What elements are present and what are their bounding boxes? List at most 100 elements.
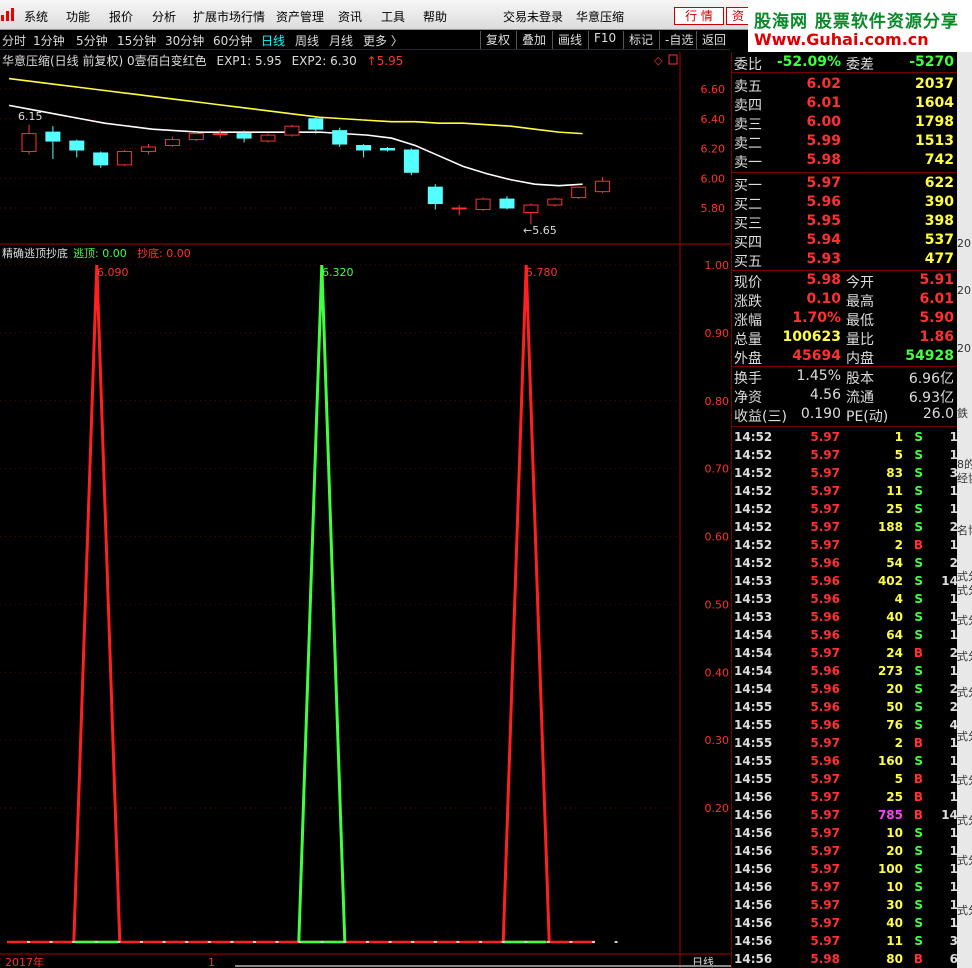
tick-row: 14:52 5.97 5 S 1	[732, 446, 958, 464]
period-tab[interactable]: 月线	[329, 32, 353, 49]
menu-item[interactable]: 分析	[152, 8, 176, 25]
stat-label: 换手	[734, 371, 762, 387]
tick-price: 5.97	[810, 808, 840, 822]
toolbar-action-button[interactable]: 复权	[480, 31, 510, 49]
baseline-tick	[49, 941, 53, 943]
menu-item[interactable]: 系统	[24, 8, 48, 25]
tick-price: 5.97	[810, 538, 840, 552]
tick-row: 14:56 5.97 40 S 1	[732, 914, 958, 932]
toolbar-action-button[interactable]: 画线	[552, 31, 582, 49]
tick-row: 14:56 5.97 10 S 1	[732, 878, 958, 896]
menu-item[interactable]: 资产管理	[276, 8, 324, 25]
stock-name-title: 华意压缩	[576, 10, 625, 24]
stat-row: 现价 5.98 今开 5.91	[732, 271, 958, 291]
tick-row: 14:55 5.96 50 S 2	[732, 698, 958, 716]
tick-price: 5.97	[810, 880, 840, 894]
tick-row: 14:56 5.97 100 S 1	[732, 860, 958, 878]
period-tab[interactable]: 5分钟	[76, 32, 108, 49]
tick-volume: 54	[886, 556, 903, 570]
menu-item[interactable]: 资讯	[338, 8, 362, 25]
baseline-tick	[185, 941, 189, 943]
baseline-tick	[433, 941, 437, 943]
kline-chart-area[interactable]: 6.60 6.40 6.20 6.00 5.80 6.15 ←5.65 ◇ 1.00 0.90 0.…	[0, 52, 731, 968]
bid-price: 5.94	[806, 232, 841, 248]
tick-volume: 160	[877, 754, 903, 768]
app-logo-icon	[1, 8, 14, 21]
tick-price: 5.97	[810, 502, 840, 516]
period-tab[interactable]: 30分钟	[165, 32, 204, 49]
tick-side: S	[914, 610, 923, 624]
toolbar-action-button[interactable]: 标记	[623, 31, 653, 49]
bid-row: 买二 5.96 390	[732, 193, 958, 213]
login-status[interactable]: 交易未登录	[503, 8, 563, 25]
baseline-tick	[320, 941, 324, 943]
adjacent-window-text: 式分	[957, 774, 972, 787]
menu-item[interactable]: 工具	[381, 8, 405, 25]
tick-side: S	[914, 430, 923, 444]
stat-value: 6.93亿	[908, 390, 954, 406]
bid-volume: 537	[924, 232, 954, 248]
adjacent-window-text: 式分	[957, 854, 972, 867]
tick-time: 14:54	[734, 646, 773, 660]
indicator-axis-tick: 0.80	[705, 395, 730, 408]
stat-label: 最低	[846, 313, 874, 329]
bid-price: 5.93	[806, 251, 841, 267]
period-tab[interactable]: 更多 〉	[363, 32, 403, 49]
stat-value: 1.45%	[796, 368, 841, 384]
price-axis-tick: 5.80	[701, 202, 726, 215]
tick-price: 5.96	[810, 592, 840, 606]
stat-label: PE(动)	[846, 409, 889, 425]
tick-volume: 30	[886, 898, 903, 912]
toolbar-action-button[interactable]: 叠加	[516, 31, 546, 49]
stat-value: 45694	[792, 348, 841, 364]
tick-side: B	[913, 772, 923, 786]
menu-item[interactable]: 帮助	[423, 8, 447, 25]
tick-time: 14:52	[734, 466, 773, 480]
tick-price: 5.96	[810, 628, 840, 642]
bid-price: 5.95	[806, 213, 841, 229]
tick-volume: 11	[886, 934, 903, 948]
period-tab[interactable]: 15分钟	[117, 32, 156, 49]
stat-value: 5.91	[919, 272, 954, 288]
stat-value: 1.70%	[792, 310, 841, 326]
menu-item[interactable]: 功能	[66, 8, 90, 25]
info-mode-button[interactable]: 资	[726, 7, 750, 25]
menu-item[interactable]: 扩展市场行情	[193, 8, 265, 25]
tick-price: 5.97	[810, 646, 840, 660]
tick-volume: 50	[886, 700, 903, 714]
period-tab[interactable]: 日线	[261, 32, 285, 49]
weibi-value: -52.09%	[776, 54, 841, 70]
period-tab[interactable]: 分时	[2, 32, 26, 49]
toolbar-action-button[interactable]: -自选	[659, 31, 693, 49]
ask-row: 卖四 6.01 1604	[732, 94, 958, 114]
baseline-tick	[388, 941, 392, 943]
bid-volume: 622	[924, 175, 954, 191]
tick-side: S	[914, 466, 923, 480]
tick-volume: 25	[886, 502, 903, 516]
tick-time: 14:56	[734, 880, 773, 894]
ask-label: 卖一	[734, 155, 762, 171]
toolbar-action-button[interactable]: 返回	[696, 31, 726, 49]
tick-volume: 1	[894, 430, 903, 444]
toolbar-action-button[interactable]: F10	[588, 31, 616, 49]
period-tab[interactable]: 60分钟	[213, 32, 252, 49]
period-tab[interactable]: 周线	[295, 32, 319, 49]
tick-side: S	[914, 826, 923, 840]
baseline-tick	[94, 941, 98, 943]
tick-row: 14:56 5.97 25 B 1	[732, 788, 958, 806]
stat-value: 1.86	[919, 329, 954, 345]
period-tab[interactable]: 1分钟	[33, 32, 65, 49]
tick-side: B	[913, 646, 923, 660]
tick-time: 14:53	[734, 592, 773, 606]
menu-item[interactable]: 报价	[109, 8, 133, 25]
tick-time: 14:53	[734, 610, 773, 624]
tick-time: 14:56	[734, 790, 773, 804]
ask-label: 卖二	[734, 136, 762, 152]
tick-row: 14:56 5.97 785 B 14	[732, 806, 958, 824]
bid-row: 买三 5.95 398	[732, 212, 958, 232]
adjacent-window-text: 式分	[957, 814, 972, 827]
escape-top-signal	[297, 264, 347, 943]
tick-time: 14:53	[734, 574, 773, 588]
tick-price: 5.97	[810, 466, 840, 480]
quote-mode-button[interactable]: 行 情	[674, 7, 724, 25]
